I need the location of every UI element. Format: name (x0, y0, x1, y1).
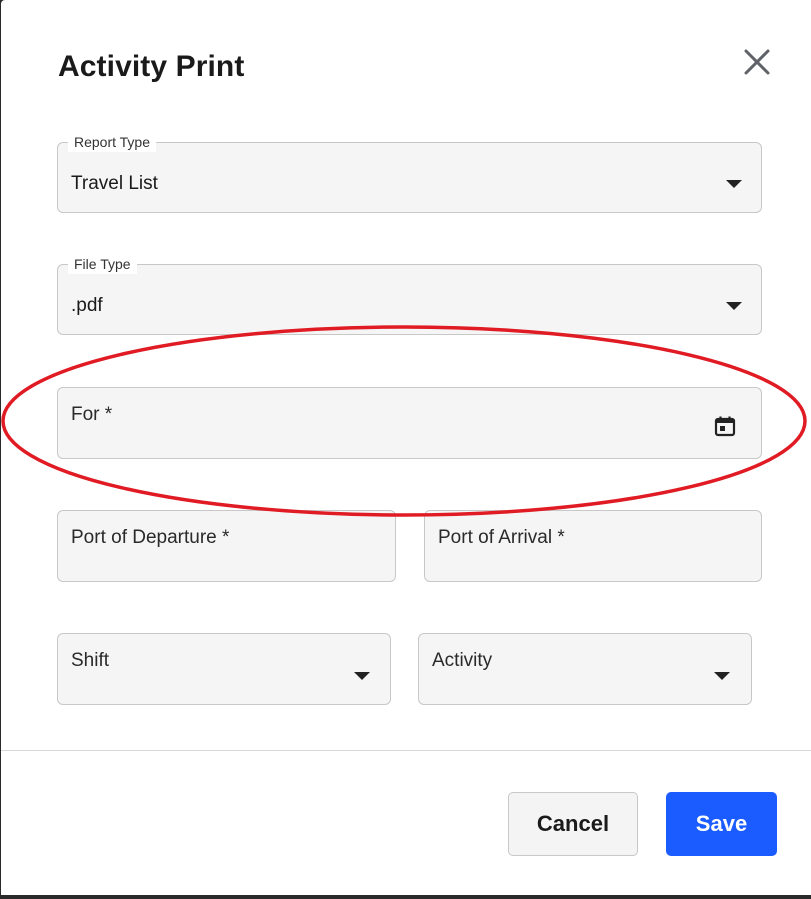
report-type-select[interactable]: Report Type Travel List (57, 132, 762, 213)
for-date-label: For * (71, 404, 113, 425)
activity-select[interactable]: Activity (418, 633, 752, 705)
chevron-down-icon (726, 180, 742, 188)
dialog-title: Activity Print (58, 50, 245, 83)
chevron-down-icon (354, 672, 370, 680)
close-button[interactable] (739, 44, 775, 80)
save-button[interactable]: Save (666, 792, 777, 856)
activity-label: Activity (432, 650, 493, 671)
chevron-down-icon (714, 672, 730, 680)
for-date-field[interactable]: For * (57, 387, 762, 459)
shift-select[interactable]: Shift (57, 633, 391, 705)
port-of-departure-label: Port of Departure * (71, 527, 230, 548)
file-type-select[interactable]: File Type .pdf (57, 254, 762, 335)
report-type-legend: Report Type (68, 132, 157, 152)
report-type-value: Travel List (71, 173, 158, 194)
calendar-icon[interactable] (713, 414, 737, 438)
shift-label: Shift (71, 650, 110, 671)
close-icon (744, 49, 770, 75)
chevron-down-icon (726, 302, 742, 310)
cancel-button[interactable]: Cancel (508, 792, 638, 856)
file-type-legend: File Type (68, 254, 137, 274)
footer-divider (1, 750, 811, 751)
file-type-value: .pdf (71, 295, 103, 316)
page-background: Activity Print Report Type Travel List F… (0, 0, 811, 899)
port-of-arrival-field[interactable]: Port of Arrival * (424, 510, 762, 582)
activity-print-dialog: Activity Print Report Type Travel List F… (1, 0, 811, 895)
port-of-departure-field[interactable]: Port of Departure * (57, 510, 396, 582)
port-of-arrival-label: Port of Arrival * (438, 527, 565, 548)
